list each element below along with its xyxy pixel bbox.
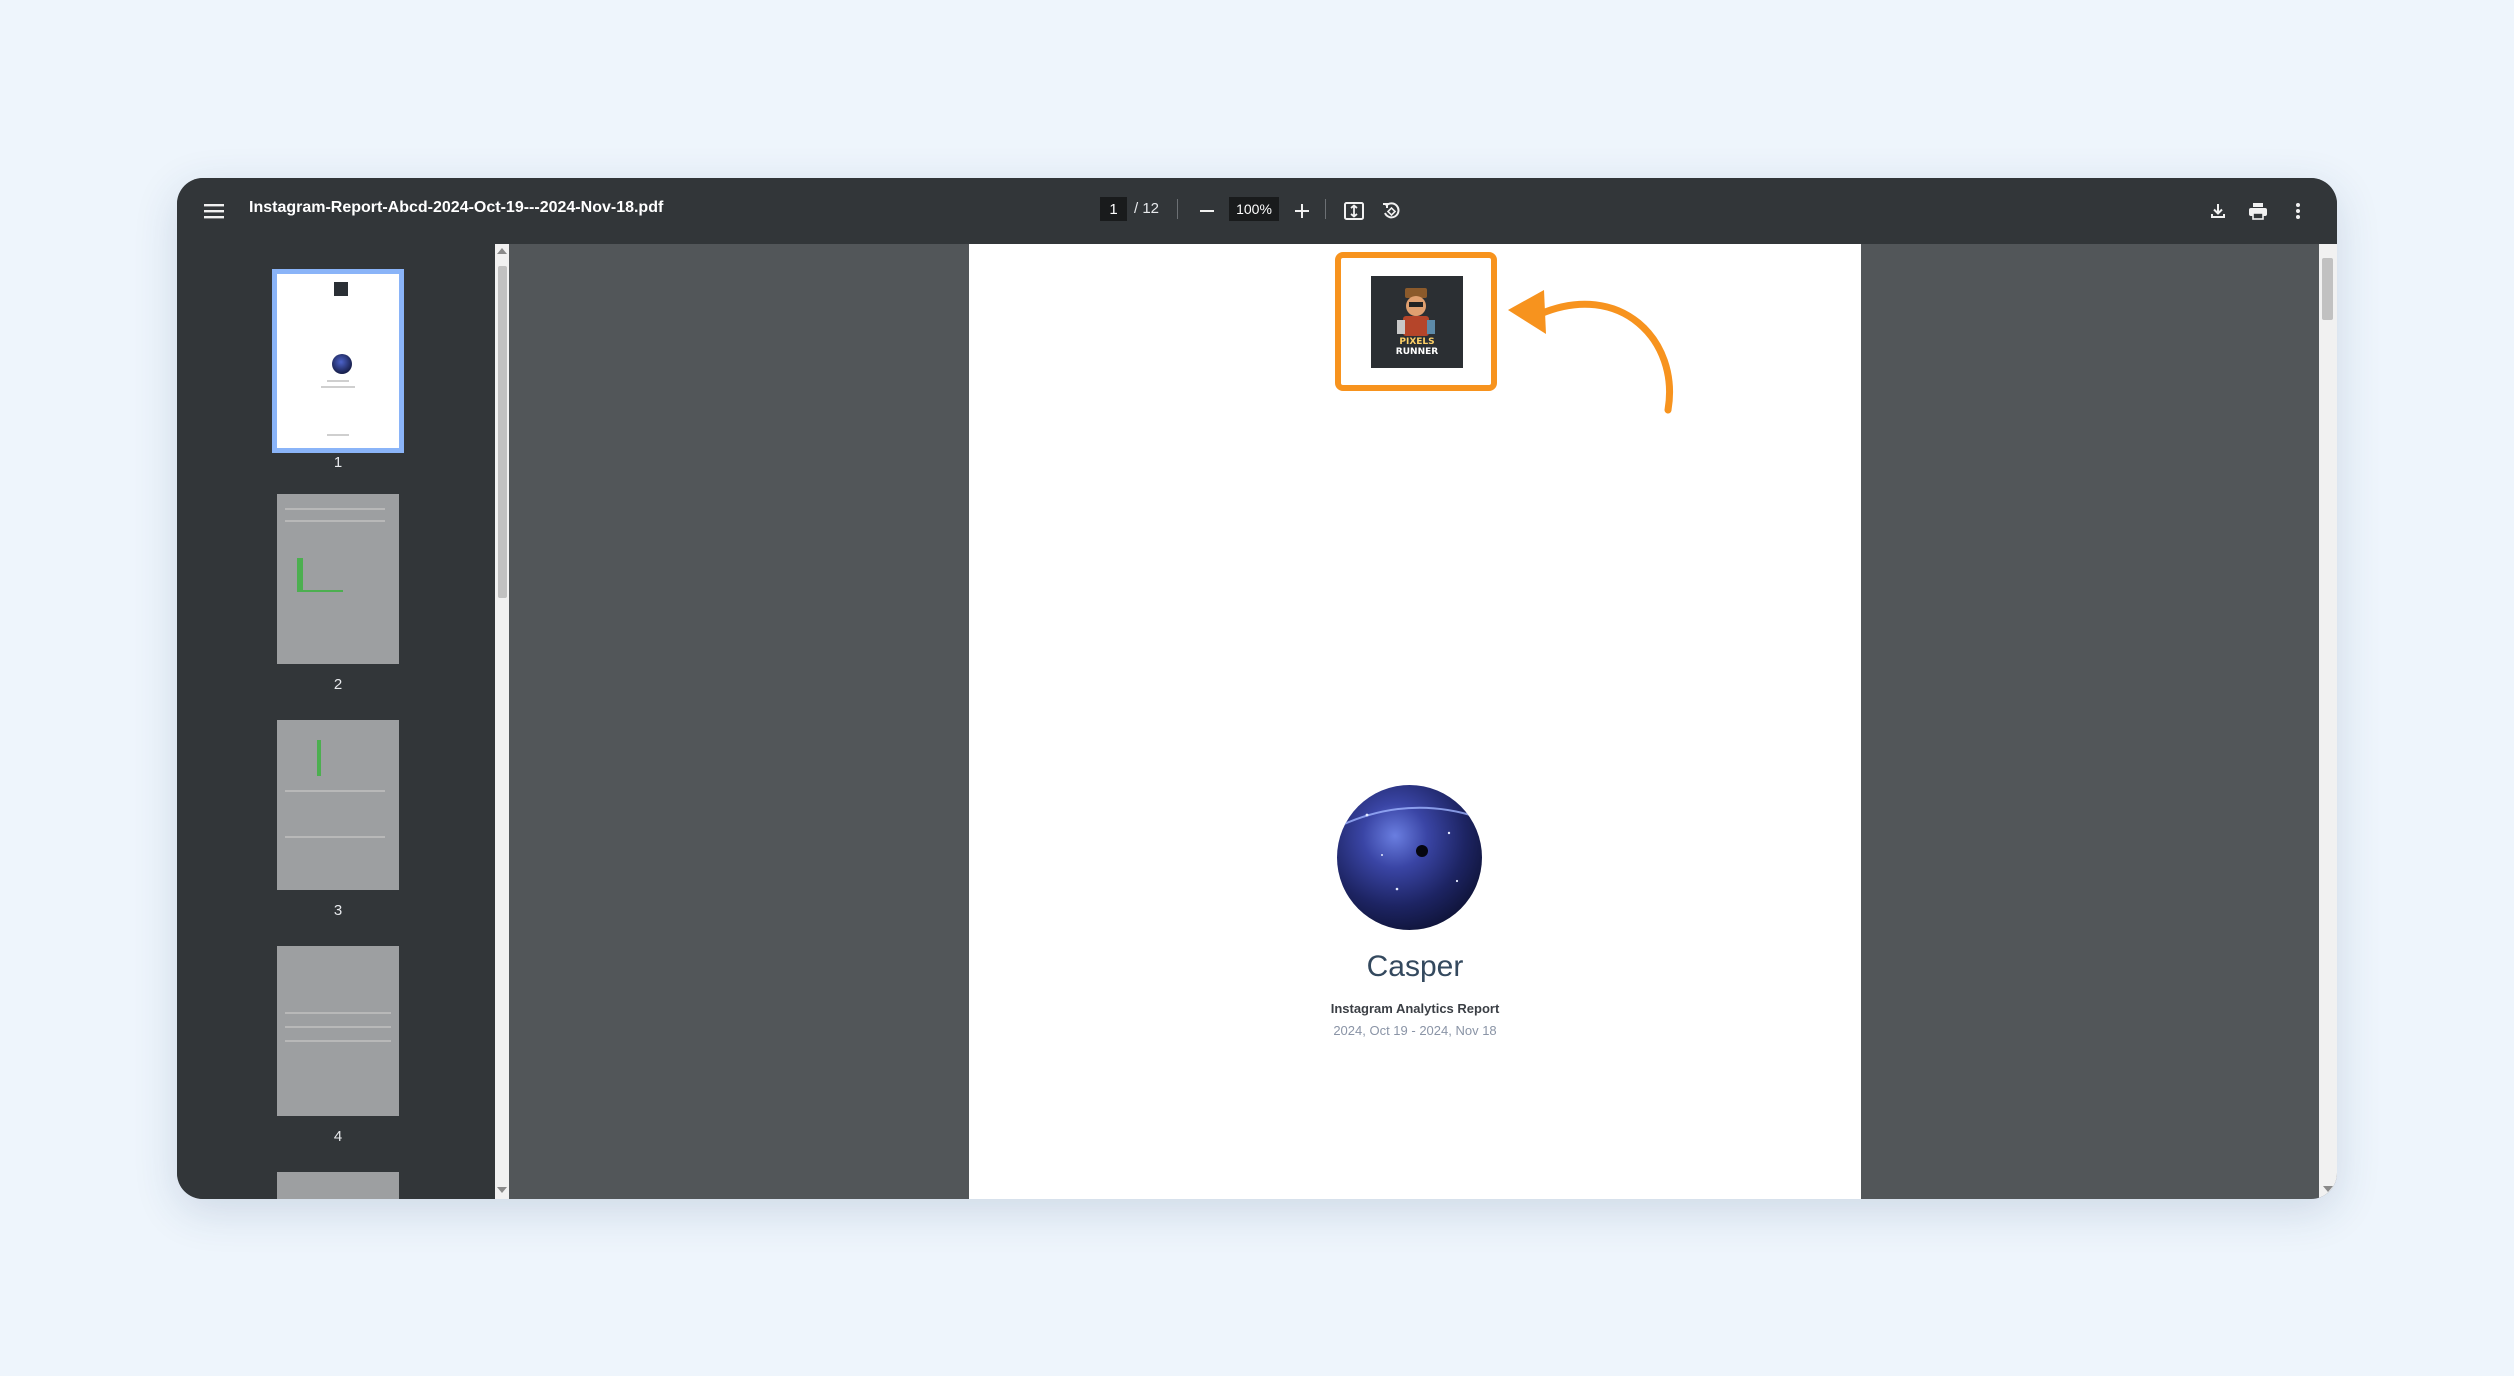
thumbnail-avatar: [332, 354, 352, 374]
page-thumbnail-3[interactable]: [277, 720, 399, 890]
thumbnail-text-line: [285, 1040, 391, 1042]
total-pages: / 12: [1134, 200, 1160, 217]
rotate-icon[interactable]: [1376, 196, 1406, 226]
logo-highlight-box: [1335, 252, 1497, 391]
scroll-down-arrow-icon[interactable]: [2323, 1186, 2333, 1192]
report-date-range: 2024, Oct 19 - 2024, Nov 18: [1333, 1023, 1497, 1038]
page-thumbnail-4[interactable]: [277, 946, 399, 1116]
toolbar-divider: [1177, 199, 1178, 219]
toolbar-divider: [1325, 199, 1326, 219]
hamburger-menu-icon[interactable]: [199, 196, 229, 226]
file-name: Instagram-Report-Abcd-2024-Oct-19---2024…: [249, 199, 664, 216]
thumbnail-text-line: [285, 1026, 391, 1028]
thumbnail-text-line: [285, 1012, 391, 1014]
profile-name: Casper: [1366, 950, 1464, 983]
sidebar-scrollbar-thumb[interactable]: [498, 266, 507, 598]
report-title: Instagram Analytics Report: [1330, 1001, 1500, 1016]
thumbnail-text-line: [285, 790, 385, 792]
curved-arrow-icon: [1508, 290, 1673, 414]
pdf-viewer-window: Instagram-Report-Abcd-2024-Oct-19---2024…: [177, 178, 2337, 1199]
more-vertical-icon[interactable]: [2283, 196, 2313, 226]
scroll-up-arrow-icon[interactable]: [497, 248, 507, 254]
thumbnail-text-line: [285, 508, 385, 510]
plus-icon[interactable]: [1287, 196, 1317, 226]
zoom-input[interactable]: 100%: [1229, 197, 1279, 221]
fit-page-icon[interactable]: [1339, 196, 1369, 226]
download-icon[interactable]: [2203, 196, 2233, 226]
page-thumbnail-5[interactable]: [277, 1172, 399, 1199]
page-thumbnail-1[interactable]: [272, 269, 404, 453]
print-icon[interactable]: [2243, 196, 2273, 226]
thumbnail-chart-bar: [297, 558, 303, 592]
profile-avatar: [1337, 785, 1482, 930]
thumbnail-text-line: [327, 434, 349, 436]
thumbnail-label: 1: [333, 454, 343, 471]
thumbnail-text-line: [321, 386, 355, 388]
minus-icon[interactable]: [1192, 196, 1222, 226]
thumbnail-label: 4: [333, 1128, 343, 1145]
page-number-input[interactable]: 1: [1100, 197, 1127, 221]
pdf-toolbar: Instagram-Report-Abcd-2024-Oct-19---2024…: [177, 178, 2337, 244]
thumbnail-chart-bar: [303, 590, 343, 592]
thumbnail-text-line: [285, 520, 385, 522]
document-scrollbar[interactable]: [2319, 244, 2337, 1199]
thumbnail-sidebar: 1 2 3 4: [177, 244, 495, 1199]
thumbnail-label: 2: [333, 676, 343, 693]
page-thumbnail-2[interactable]: [277, 494, 399, 664]
thumbnail-label: 3: [333, 902, 343, 919]
thumbnail-text-line: [285, 836, 385, 838]
thumbnail-chart-bar: [317, 740, 321, 776]
document-scrollbar-thumb[interactable]: [2322, 258, 2333, 320]
scroll-down-arrow-icon[interactable]: [497, 1187, 507, 1193]
thumbnail-logo: [334, 282, 348, 296]
thumbnail-text-line: [327, 380, 349, 382]
